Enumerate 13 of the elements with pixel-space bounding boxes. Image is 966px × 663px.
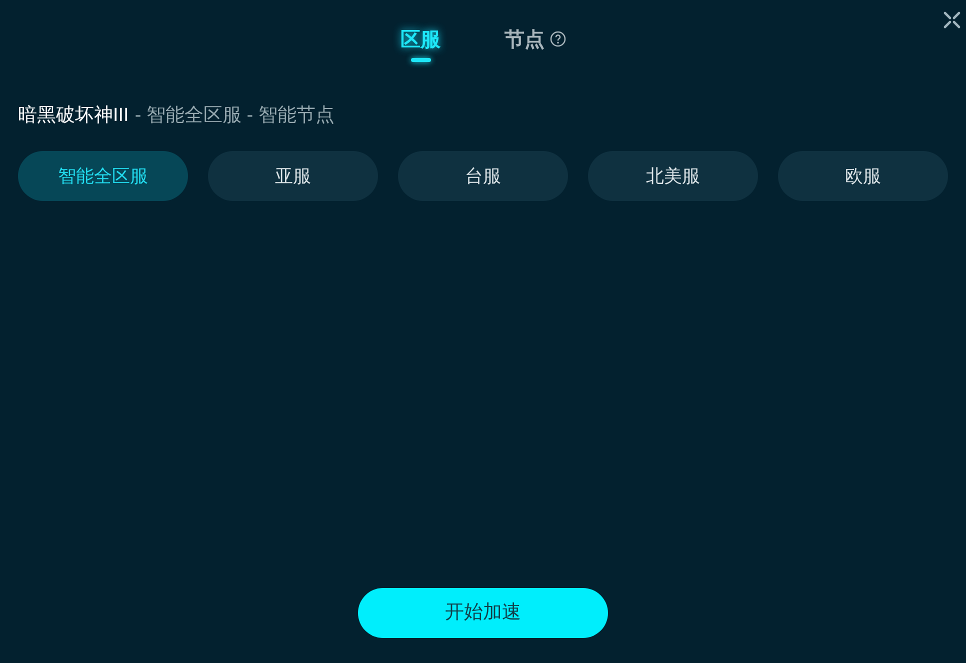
help-icon[interactable] <box>550 31 566 47</box>
region-option[interactable]: 北美服 <box>588 151 758 201</box>
region-option[interactable]: 欧服 <box>778 151 948 201</box>
tab[interactable]: 节点 <box>504 28 544 52</box>
start-acceleration-button[interactable]: 开始加速 <box>358 588 608 638</box>
region-option[interactable]: 台服 <box>398 151 568 201</box>
game-title: 暗黑破坏神III <box>18 104 129 128</box>
region-option[interactable]: 智能全区服 <box>18 151 188 201</box>
region-option[interactable]: 亚服 <box>208 151 378 201</box>
close-icon <box>943 11 961 29</box>
tab[interactable]: 区服 <box>400 28 440 62</box>
breadcrumb-path: - 智能全区服 - 智能节点 <box>134 104 334 128</box>
close-button[interactable] <box>942 10 962 30</box>
